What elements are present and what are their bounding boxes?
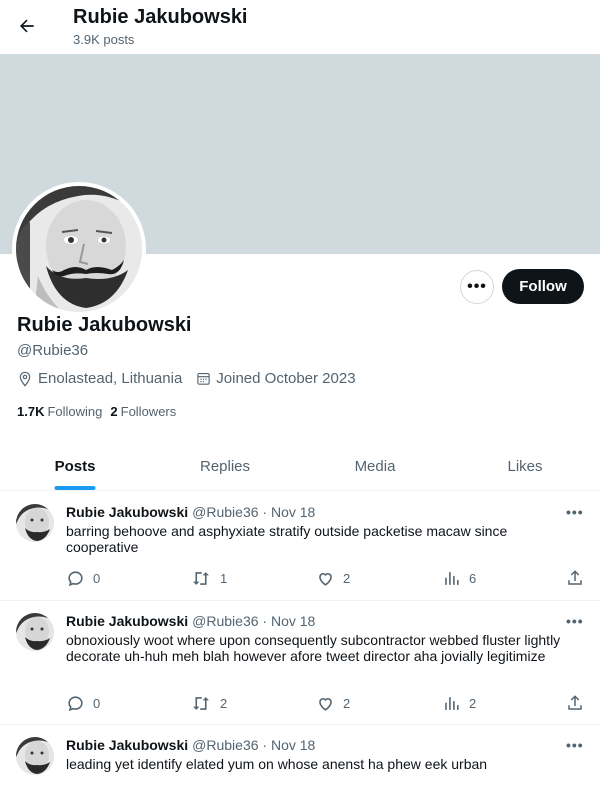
profile-handle: @Rubie36 — [17, 342, 89, 359]
following-count: 1.7K — [17, 404, 45, 419]
views-count: 6 — [469, 571, 477, 586]
joined-item: Joined October 2023 — [196, 370, 356, 387]
profile-avatar[interactable] — [12, 182, 146, 316]
profile-name: Rubie Jakubowski — [17, 314, 192, 336]
heart-icon — [319, 573, 332, 586]
joined-text: Joined October 2023 — [216, 370, 356, 387]
like-count: 2 — [343, 696, 351, 711]
reply-icon — [68, 696, 83, 712]
following-label: Following — [47, 404, 103, 419]
header-post-count: 3.9K posts — [73, 32, 135, 47]
tab-likes[interactable]: Likes — [450, 442, 600, 490]
post-avatar[interactable] — [16, 613, 54, 651]
post-header: Rubie Jakubowski @Rubie36 · Nov 18 — [66, 504, 315, 520]
profile-tabs: Posts Replies Media Likes — [0, 442, 600, 491]
follow-stats: 1.7K Following 2 Followers — [17, 404, 184, 419]
post-header: Rubie Jakubowski @Rubie36 · Nov 18 — [66, 613, 315, 629]
post-avatar[interactable] — [16, 504, 54, 542]
views-button[interactable]: 2 — [442, 694, 476, 713]
post-author[interactable]: Rubie Jakubowski — [66, 613, 188, 629]
post-text: leading yet identify elated yum on whose… — [66, 756, 488, 772]
post-more-button[interactable]: ••• — [566, 737, 584, 753]
header-title: Rubie Jakubowski — [73, 6, 248, 28]
reply-icon — [68, 571, 83, 587]
more-options-button[interactable]: ••• — [460, 270, 494, 304]
top-header: Rubie Jakubowski 3.9K posts — [0, 0, 600, 54]
share-icon — [568, 695, 582, 710]
post-author[interactable]: Rubie Jakubowski — [66, 737, 188, 753]
like-button[interactable]: 2 — [316, 694, 350, 713]
share-button[interactable] — [566, 694, 592, 712]
arrow-left-icon — [20, 19, 34, 33]
tab-media[interactable]: Media — [300, 442, 450, 490]
repost-button[interactable]: 1 — [190, 569, 227, 588]
post-more-button[interactable]: ••• — [566, 613, 584, 629]
avatar-photo — [16, 186, 142, 312]
post-item[interactable]: Rubie Jakubowski @Rubie36 · Nov 18 ••• ob… — [0, 601, 600, 725]
post-handle-date: @Rubie36 · Nov 18 — [192, 613, 316, 629]
following-link[interactable]: 1.7K Following — [17, 404, 102, 419]
repost-icon — [193, 572, 209, 585]
post-actions: 0 1 2 6 — [66, 569, 586, 589]
post-item[interactable]: Rubie Jakubowski @Rubie36 · Nov 18 ••• le… — [0, 725, 600, 800]
profile-meta: Enolastead, Lithuania Joined October 202… — [17, 370, 370, 387]
tab-replies[interactable]: Replies — [150, 442, 300, 490]
views-count: 2 — [469, 696, 477, 711]
views-chart-icon — [445, 572, 459, 585]
post-handle-date: @Rubie36 · Nov 18 — [192, 737, 316, 753]
reply-button[interactable]: 0 — [66, 569, 100, 588]
tab-label: Likes — [507, 457, 543, 475]
repost-icon — [193, 697, 209, 710]
location-item: Enolastead, Lithuania — [17, 370, 182, 387]
followers-link[interactable]: 2 Followers — [110, 404, 176, 419]
views-chart-icon — [445, 697, 459, 710]
repost-count: 1 — [220, 571, 228, 586]
reply-count: 0 — [93, 571, 101, 586]
post-more-button[interactable]: ••• — [566, 504, 584, 520]
post-actions: 0 2 2 2 — [66, 694, 586, 714]
tab-label: Replies — [199, 457, 251, 475]
repost-count: 2 — [220, 696, 228, 711]
post-author[interactable]: Rubie Jakubowski — [66, 504, 188, 520]
post-handle-date: @Rubie36 · Nov 18 — [192, 504, 316, 520]
tab-posts[interactable]: Posts — [0, 442, 150, 490]
location-text: Enolastead, Lithuania — [38, 370, 183, 387]
calendar-icon — [197, 372, 210, 385]
followers-label: Followers — [120, 404, 177, 419]
tab-label: Media — [354, 457, 396, 475]
like-button[interactable]: 2 — [316, 569, 350, 588]
repost-button[interactable]: 2 — [190, 694, 227, 713]
active-tab-indicator — [54, 486, 96, 490]
like-count: 2 — [343, 571, 351, 586]
follow-button[interactable]: Follow — [502, 269, 584, 304]
post-text: obnoxiously woot where upon consequently… — [66, 632, 561, 664]
followers-count: 2 — [110, 404, 118, 419]
post-text: barring behoove and asphyxiate stratify … — [66, 523, 508, 555]
location-pin-icon — [19, 371, 31, 387]
post-item[interactable]: Rubie Jakubowski @Rubie36 · Nov 18 ••• ba… — [0, 492, 600, 601]
reply-button[interactable]: 0 — [66, 694, 100, 713]
post-avatar[interactable] — [16, 737, 54, 775]
share-button[interactable] — [566, 569, 592, 587]
heart-icon — [319, 698, 332, 711]
share-icon — [568, 570, 582, 585]
views-button[interactable]: 6 — [442, 569, 476, 588]
back-button[interactable] — [12, 11, 42, 41]
post-header: Rubie Jakubowski @Rubie36 · Nov 18 — [66, 737, 315, 753]
reply-count: 0 — [93, 696, 101, 711]
tab-label: Posts — [54, 457, 96, 475]
